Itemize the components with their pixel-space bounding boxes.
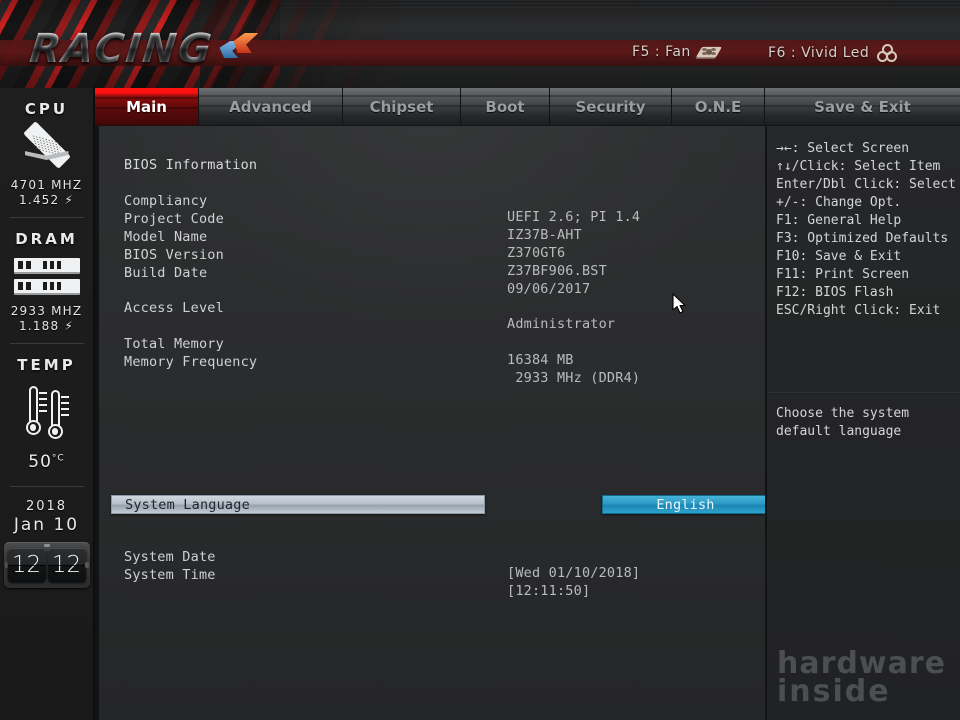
- racing-logo: RACING: [27, 26, 259, 72]
- row-model-name[interactable]: Model Name Z370GT6: [99, 213, 765, 261]
- mouse-cursor: [672, 293, 686, 314]
- sidebar-cpu-title: CPU: [24, 100, 69, 118]
- tab-save-and-exit[interactable]: Save & Exit: [765, 88, 960, 125]
- main-content-panel: BIOS Information Compliancy UEFI 2.6; PI…: [95, 125, 769, 720]
- row-bios-version[interactable]: BIOS Version Z37BF906.BST: [99, 231, 765, 279]
- row-memory-frequency-label: Memory Frequency: [124, 354, 258, 370]
- row-access-level-label: Access Level: [124, 300, 224, 316]
- help-key-legend: →←: Select Screen ↑↓/Click: Select Item …: [776, 141, 957, 318]
- flip-clock: 12 12: [3, 542, 90, 588]
- tab-boot[interactable]: Boot: [461, 88, 550, 125]
- tab-main-label: Main: [126, 97, 167, 116]
- sidebar-date: 2018 Jan 10: [14, 497, 79, 535]
- cpu-chip-icon: [16, 121, 78, 170]
- sidebar-date-year: 2018: [25, 499, 68, 514]
- row-build-date[interactable]: Build Date 09/06/2017: [99, 249, 765, 297]
- sidebar-temp-value: 50°C: [28, 452, 64, 472]
- tab-security-label: Security: [575, 97, 646, 116]
- row-system-time[interactable]: System Time [12:11:50]: [99, 551, 765, 599]
- sidebar-dram-voltage: 1.188 ⚡: [19, 319, 74, 334]
- row-access-level[interactable]: Access Level Administrator: [99, 284, 765, 332]
- row-system-time-value: [12:11:50]: [507, 583, 591, 599]
- tab-one-label: O.N.E: [694, 97, 742, 116]
- flip-clock-minutes: 12: [47, 548, 86, 582]
- brand-banner: RACING F5 : Fan F6 : Vivid Led: [0, 0, 960, 88]
- tab-advanced-label: Advanced: [229, 97, 312, 116]
- system-language-value-button[interactable]: English: [602, 495, 769, 514]
- sidebar-date-monthday: Jan 10: [13, 515, 80, 535]
- watermark-line-2: inside: [777, 674, 891, 709]
- row-system-time-label: System Time: [124, 567, 216, 583]
- sidebar-temp-title: TEMP: [17, 356, 76, 374]
- tab-advanced[interactable]: Advanced: [199, 88, 343, 125]
- rgb-led-icon: [877, 44, 898, 62]
- tab-one[interactable]: O.N.E: [672, 88, 765, 125]
- hardware-monitor-sidebar: CPU 4701 MHZ 1.452 ⚡ DRAM 2933 MHZ 1.188…: [0, 88, 95, 720]
- row-build-date-label: Build Date: [124, 265, 208, 281]
- sidebar-clock-block: 2018 Jan 10 12 12: [0, 487, 93, 588]
- bolt-icon: ⚡: [64, 193, 74, 207]
- tab-security[interactable]: Security: [550, 88, 672, 125]
- row-system-language-label: System Language: [125, 496, 250, 513]
- sidebar-dram-title: DRAM: [15, 230, 78, 248]
- sidebar-dram-block: DRAM 2933 MHZ 1.188 ⚡: [0, 218, 93, 334]
- row-project-code[interactable]: Project Code IZ37B-AHT: [99, 195, 765, 243]
- thermometer-icon: [16, 384, 78, 446]
- help-divider: [767, 392, 960, 394]
- fan-icon: [695, 44, 722, 60]
- system-language-value-label: English: [656, 496, 715, 513]
- row-system-date[interactable]: System Date [Wed 01/10/2018]: [99, 533, 765, 581]
- sidebar-temp-unit: °C: [51, 453, 65, 464]
- hotkey-fan-label: F5 : Fan: [632, 44, 691, 60]
- bolt-icon: ⚡: [64, 319, 74, 333]
- sidebar-cpu-block: CPU 4701 MHZ 1.452 ⚡: [0, 88, 93, 208]
- bios-information-heading-label: BIOS Information: [124, 157, 258, 173]
- tab-boot-label: Boot: [485, 97, 525, 116]
- row-memory-frequency-value: 2933 MHz (DDR4): [507, 370, 641, 386]
- tab-save-and-exit-label: Save & Exit: [814, 97, 911, 116]
- tab-main[interactable]: Main: [95, 88, 199, 125]
- help-panel: →←: Select Screen ↑↓/Click: Select Item …: [765, 125, 960, 720]
- help-item-description: Choose the system default language: [776, 406, 910, 439]
- sidebar-cpu-voltage: 1.452 ⚡: [19, 193, 74, 208]
- row-system-language-selected[interactable]: System Language: [111, 495, 485, 514]
- tab-chipset-label: Chipset: [369, 97, 434, 116]
- hotkey-fan[interactable]: F5 : Fan: [632, 44, 722, 60]
- hotkey-vivid-led-label: F6 : Vivid Led: [768, 45, 870, 61]
- racing-logo-text: RACING: [27, 26, 216, 72]
- sidebar-cpu-frequency: 4701 MHZ: [10, 178, 83, 192]
- racing-logo-mark-icon: [215, 29, 259, 69]
- sidebar-temp-block: TEMP 50°C: [0, 344, 93, 472]
- sidebar-temp-number: 50: [28, 452, 52, 472]
- bios-information-heading: BIOS Information: [99, 141, 765, 173]
- sidebar-dram-frequency: 2933 MHZ: [10, 304, 83, 318]
- row-total-memory[interactable]: Total Memory 16384 MB: [99, 320, 765, 368]
- row-compliancy[interactable]: Compliancy UEFI 2.6; PI 1.4: [99, 177, 765, 225]
- row-memory-frequency[interactable]: Memory Frequency 2933 MHz (DDR4): [99, 338, 765, 386]
- sidebar-cpu-voltage-value: 1.452: [18, 193, 60, 207]
- hotkey-vivid-led[interactable]: F6 : Vivid Led: [768, 44, 898, 62]
- main-tab-bar: Main Advanced Chipset Boot Security O.N.…: [95, 88, 960, 125]
- tab-chipset[interactable]: Chipset: [343, 88, 461, 125]
- watermark: hardware inside: [777, 649, 946, 709]
- bios-screen: RACING F5 : Fan F6 : Vivid Led Main Adva…: [0, 0, 960, 720]
- flip-clock-hours: 12: [7, 548, 46, 582]
- sidebar-dram-voltage-value: 1.188: [18, 319, 60, 333]
- memory-module-icon: [13, 258, 80, 298]
